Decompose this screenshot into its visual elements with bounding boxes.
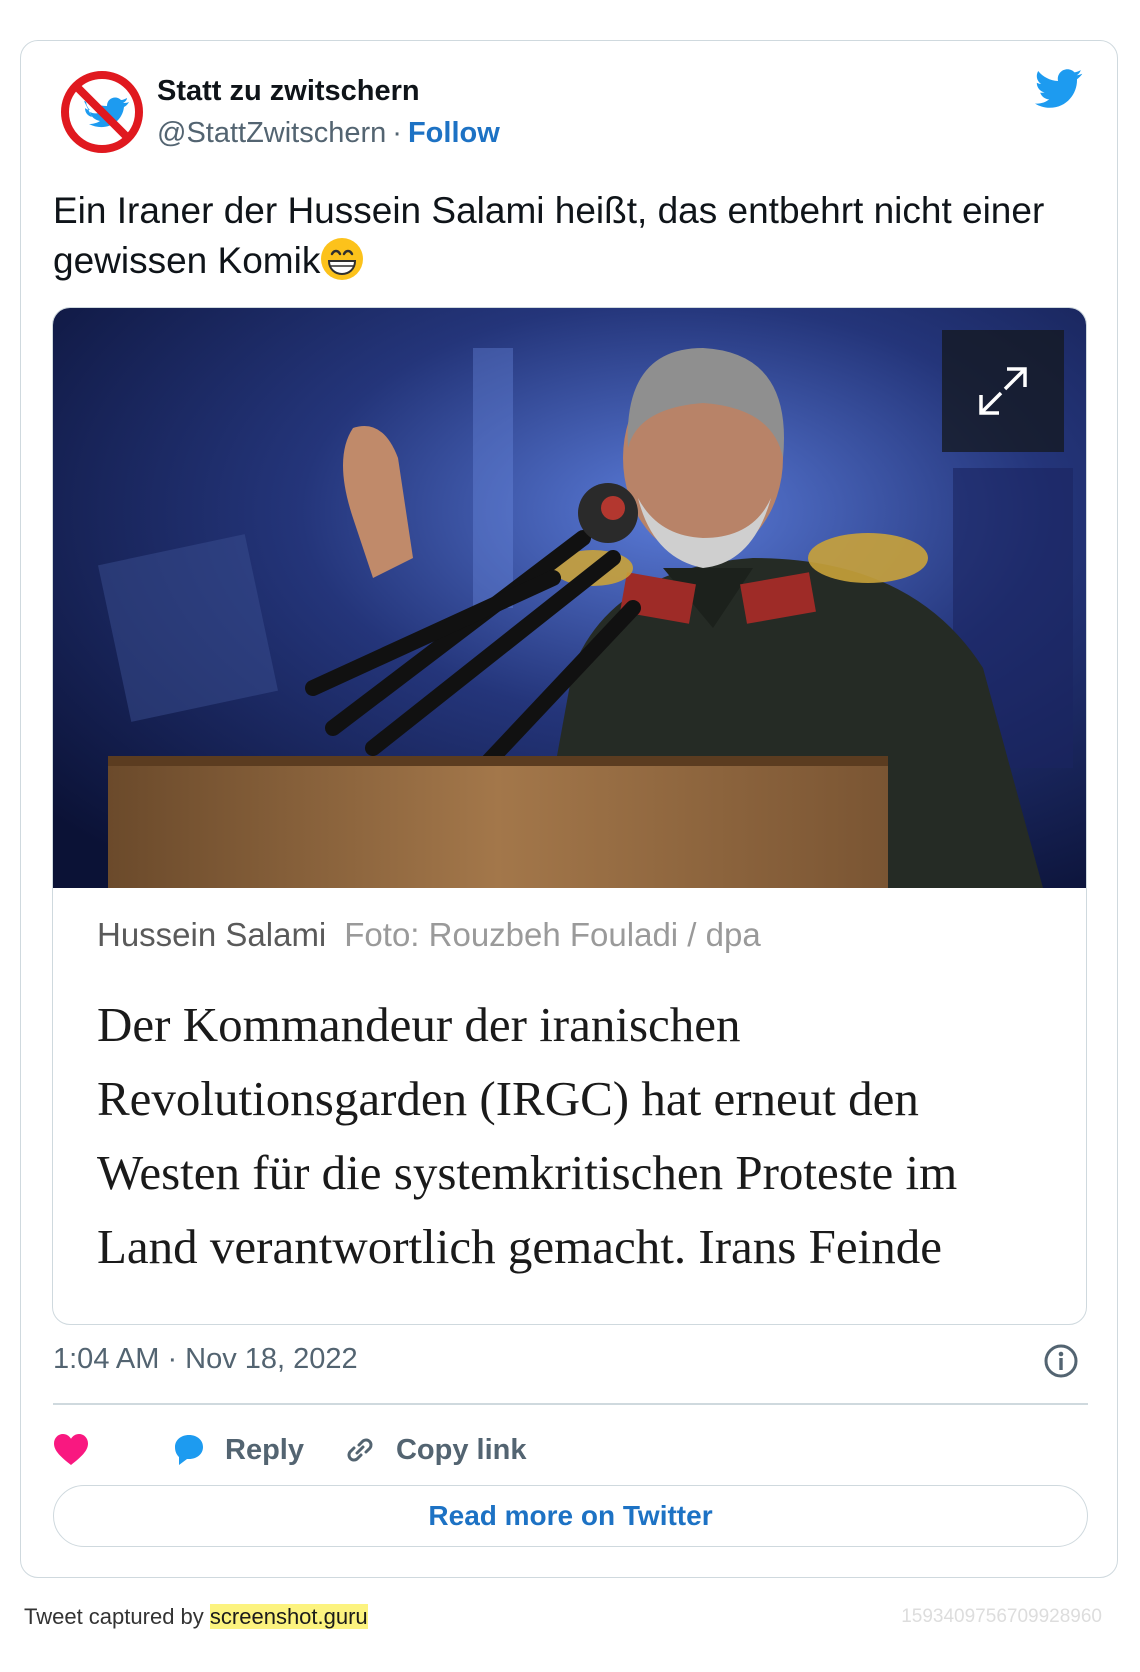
expand-icon [979,367,1027,415]
tweet-text: Ein Iraner der Hussein Salami heißt, das… [53,186,1053,286]
capture-site-link[interactable]: screenshot.guru [209,1604,368,1629]
author-handle-row: @StattZwitschern · Follow [157,117,500,150]
expand-media-button[interactable] [942,330,1064,452]
link-icon [347,1438,373,1462]
reply-button[interactable]: Reply [171,1433,304,1467]
copy-link-button[interactable]: Copy link [342,1432,527,1468]
reply-bubble-icon [175,1435,203,1465]
grinning-face-emoji-icon [321,238,364,280]
divider [53,1403,1088,1405]
tweet-actions: Reply Copy link [53,1425,565,1475]
tweet-timestamp[interactable]: 1:04 AM · Nov 18, 2022 [53,1343,358,1376]
copy-link-label: Copy link [395,1433,527,1466]
capture-credit: Tweet captured by screenshot.guru [24,1604,368,1630]
heart-icon [54,1434,88,1465]
tweet-text-body: Ein Iraner der Hussein Salami heißt, das… [53,190,1045,281]
caption-name: Hussein Salami [97,916,327,953]
avatar[interactable] [57,67,147,157]
caption-credit: Foto: Rouzbeh Fouladi / dpa [344,916,761,953]
read-more-button[interactable]: Read more on Twitter [53,1485,1088,1547]
follow-button[interactable]: Follow [408,117,500,149]
tweet-photo[interactable] [53,308,1087,888]
photo-caption: Hussein Salami Foto: Rouzbeh Fouladi / dp… [97,916,761,954]
author-name[interactable]: Statt zu zwitschern [157,75,420,108]
media-card[interactable]: Hussein Salami Foto: Rouzbeh Fouladi / dp… [52,307,1087,1325]
capture-prefix: Tweet captured by [24,1604,204,1629]
tweet-card: Statt zu zwitschern @StattZwitschern · Fol… [20,40,1118,1578]
twitter-bird-icon[interactable] [1035,69,1083,109]
tweet-id: 1593409756709928960 [901,1606,1102,1627]
info-icon[interactable] [1043,1343,1079,1379]
handle-separator: · [392,117,402,149]
author-handle[interactable]: @StattZwitschern [157,117,386,149]
like-button[interactable] [53,1433,89,1467]
article-excerpt: Der Kommandeur der iranischen Revolution… [97,997,958,1274]
reply-label: Reply [225,1433,304,1466]
